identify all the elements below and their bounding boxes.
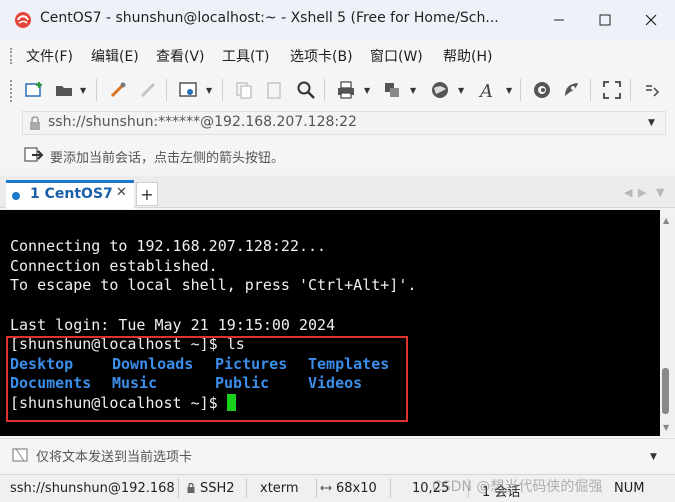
status-session: ssh://shunshun@192.168 [10,481,175,496]
scrollbar-thumb[interactable] [662,368,669,414]
address-dropdown-caret[interactable]: ▼ [648,118,655,128]
window-title: CentOS7 - shunshun@localhost:~ - Xshell … [40,10,499,26]
menu-tabs[interactable]: 选项卡(B) [290,46,353,66]
toolbar-divider [166,79,167,101]
close-icon [645,14,657,26]
transfer-icon[interactable] [380,78,404,102]
open-folder-icon[interactable] [52,78,76,102]
send-target-label[interactable]: 仅将文本发送到当前选项卡 [36,446,192,465]
tab-label: 1 CentOS7 [30,186,113,202]
highlight-annotation-box [6,336,408,422]
terminal-line: Last login: Tue May 21 19:15:00 2024 [10,316,336,334]
menu-tools[interactable]: 工具(T) [222,46,269,66]
open-dropdown-caret[interactable]: ▼ [80,86,86,95]
properties-dropdown-caret[interactable]: ▼ [206,86,212,95]
print-icon[interactable] [334,78,358,102]
properties-icon[interactable] [176,78,200,102]
transfer-dropdown-caret[interactable]: ▼ [410,86,416,95]
minimize-icon [554,19,564,21]
tab-scroll-right-icon[interactable]: ▶ [638,186,646,199]
add-session-arrow-icon[interactable] [24,146,44,164]
copy-icon[interactable] [232,78,256,102]
menu-edit[interactable]: 编辑(E) [91,46,139,66]
disconnect-icon[interactable] [136,78,160,102]
status-divider [178,478,179,498]
close-button[interactable] [628,0,674,40]
status-divider [390,478,391,498]
toolbar-divider [630,79,631,101]
font-icon[interactable]: A [476,78,500,102]
maximize-icon [599,14,611,26]
address-value: ssh://shunshun:******@192.168.207.128:22 [48,114,357,130]
xshell-swirl-icon[interactable] [530,78,554,102]
status-num-lock: NUM [614,481,645,496]
svg-text:A: A [478,81,493,100]
terminal-line: To escape to local shell, press 'Ctrl+Al… [10,276,417,294]
menu-window[interactable]: 窗口(W) [370,46,423,66]
lock-icon [30,116,40,130]
menu-help[interactable]: 帮助(H) [443,46,492,66]
menu-file[interactable]: 文件(F) [26,46,73,66]
send-keyboard-icon[interactable] [12,448,28,462]
status-lock-icon [187,482,195,493]
menu-grip[interactable] [10,48,13,64]
toolbar-divider [324,79,325,101]
new-tab-button[interactable]: + [136,182,158,206]
new-session-icon[interactable] [22,78,46,102]
toolbar-options-icon[interactable] [640,78,664,102]
scroll-up-icon[interactable]: ▲ [663,216,669,225]
globe-icon[interactable] [428,78,452,102]
tab-status-dot [12,192,20,200]
xshell-logo-icon [15,12,31,28]
status-divider [316,478,317,498]
paste-icon[interactable] [262,78,286,102]
xshell-window: CentOS7 - shunshun@localhost:~ - Xshell … [0,0,675,502]
status-protocol: SSH2 [200,481,235,496]
globe-dropdown-caret[interactable]: ▼ [458,86,464,95]
xftp-icon[interactable] [560,78,584,102]
menu-view[interactable]: 查看(V) [156,46,205,66]
toolbar-divider [222,79,223,101]
status-divider [246,478,247,498]
status-terminal-size: 68x10 [336,481,377,496]
terminal-size-icon [320,485,332,491]
minimize-button[interactable] [536,0,582,40]
connect-icon[interactable] [106,78,130,102]
find-icon[interactable] [294,78,318,102]
print-dropdown-caret[interactable]: ▼ [364,86,370,95]
terminal-line: Connecting to 192.168.207.128:22... [10,237,327,255]
tab-menu-icon[interactable]: ▼ [656,186,664,199]
maximize-button[interactable] [582,0,628,40]
toolbar-divider [96,79,97,101]
watermark: CSDN @想当代码侠的倔强 [432,479,603,495]
font-dropdown-caret[interactable]: ▼ [506,86,512,95]
terminal-line: Connection established. [10,257,218,275]
toolbar-grip[interactable] [10,80,13,102]
scroll-down-icon[interactable]: ▼ [663,423,669,432]
status-terminal-type: xterm [260,481,299,496]
fullscreen-icon[interactable] [600,78,624,102]
tab-close-icon[interactable]: ✕ [116,185,127,200]
toolbar-divider [590,79,591,101]
tab-scroll-left-icon[interactable]: ◀ [624,186,632,199]
hint-text: 要添加当前会话，点击左侧的箭头按钮。 [50,151,285,166]
send-dropdown-caret[interactable]: ▼ [650,452,657,462]
toolbar-divider [520,79,521,101]
